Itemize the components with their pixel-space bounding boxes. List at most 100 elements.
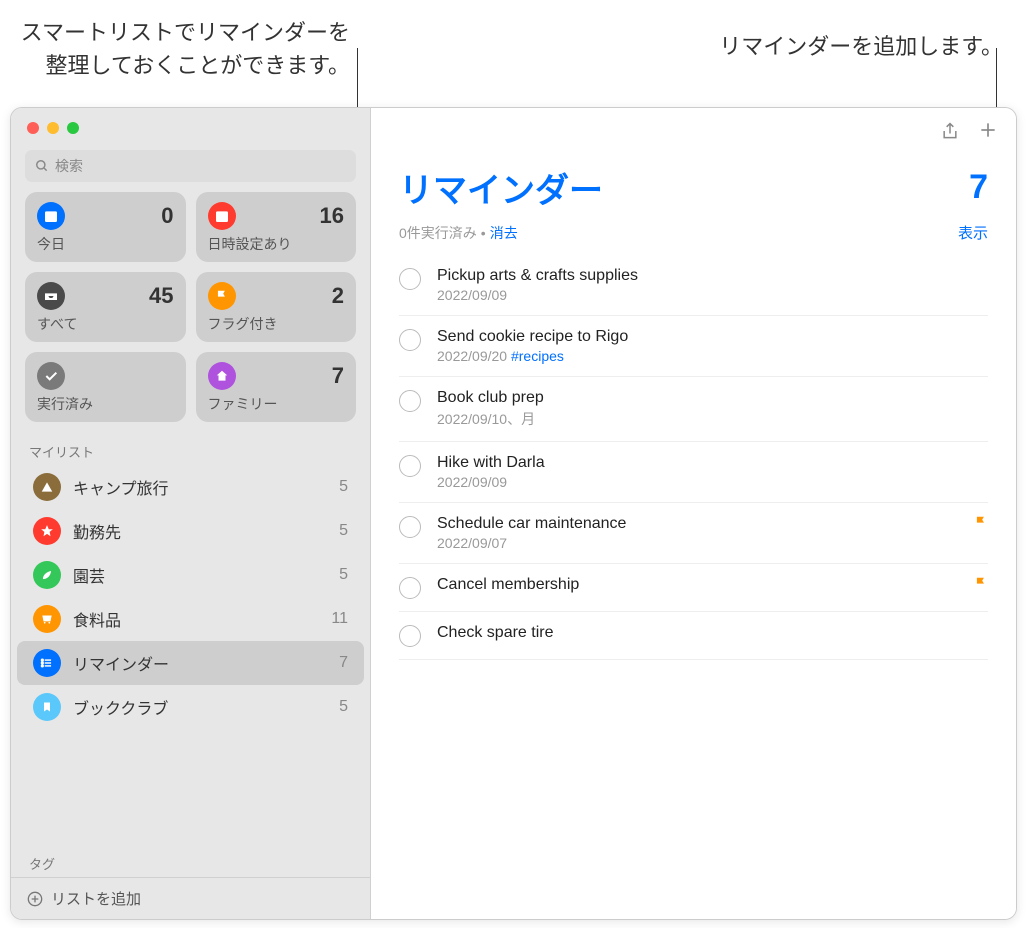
calendar-icon: [37, 202, 65, 230]
complete-checkbox[interactable]: [399, 329, 421, 351]
title-row: リマインダー 7: [371, 153, 1016, 216]
main-pane: リマインダー 7 0件実行済み • 消去 表示 Pickup arts & cr…: [371, 108, 1016, 919]
reminder-item[interactable]: Send cookie recipe to Rigo 2022/09/20 #r…: [399, 316, 988, 377]
minimize-button[interactable]: [47, 122, 59, 134]
sidebar: 検索 0 今日 16 日時設定あり 45 すべて 2 フラグ付き 実行済み 7 …: [11, 108, 371, 919]
mylists-header: マイリスト: [11, 434, 370, 465]
home-icon: [208, 362, 236, 390]
list-item[interactable]: 勤務先 5: [17, 509, 364, 553]
list-count: 7: [969, 168, 988, 207]
reminder-title: Hike with Darla: [437, 454, 988, 472]
cart-icon: [33, 605, 61, 633]
reminder-item[interactable]: Pickup arts & crafts supplies 2022/09/09: [399, 255, 988, 316]
app-window: 検索 0 今日 16 日時設定あり 45 すべて 2 フラグ付き 実行済み 7 …: [10, 107, 1017, 920]
list-name: キャンプ旅行: [73, 475, 339, 499]
list-icon: [33, 649, 61, 677]
reminder-list: Pickup arts & crafts supplies 2022/09/09…: [371, 255, 1016, 660]
share-icon: [940, 120, 960, 142]
list-item[interactable]: リマインダー 7: [17, 641, 364, 685]
reminder-title: Book club prep: [437, 389, 988, 407]
add-reminder-button[interactable]: [978, 120, 998, 147]
reminder-date: 2022/09/09: [437, 287, 988, 303]
smartlist-label: 今日: [37, 234, 174, 254]
list-count: 5: [339, 566, 348, 584]
add-list-label: リストを追加: [51, 888, 141, 909]
reminder-title: Schedule car maintenance: [437, 515, 966, 533]
callout-line: [996, 48, 997, 112]
tray-icon: [37, 282, 65, 310]
plus-icon: [978, 120, 998, 140]
smartlist-count: 0: [161, 203, 173, 229]
search-input[interactable]: 検索: [25, 150, 356, 182]
smartlist-label: 実行済み: [37, 394, 174, 414]
reminder-date: 2022/09/09: [437, 474, 988, 490]
list-name: ブッククラブ: [73, 695, 339, 719]
reminder-item[interactable]: Book club prep 2022/09/10、月: [399, 377, 988, 442]
list-count: 5: [339, 698, 348, 716]
list-name: 勤務先: [73, 519, 339, 543]
fullscreen-button[interactable]: [67, 122, 79, 134]
complete-checkbox[interactable]: [399, 516, 421, 538]
check-icon: [37, 362, 65, 390]
complete-checkbox[interactable]: [399, 577, 421, 599]
list-count: 5: [339, 478, 348, 496]
smartlist-card[interactable]: 16 日時設定あり: [196, 192, 357, 262]
plus-circle-icon: [27, 891, 43, 907]
reminder-item[interactable]: Schedule car maintenance 2022/09/07: [399, 503, 988, 564]
search-icon: [35, 159, 49, 173]
share-button[interactable]: [940, 120, 960, 147]
smartlist-count: 16: [320, 203, 344, 229]
list-name: リマインダー: [73, 651, 339, 675]
flag-icon: [974, 576, 988, 595]
smartlist-count: 2: [332, 283, 344, 309]
completed-count: 0件実行済み: [399, 223, 477, 243]
flag-icon: [974, 515, 988, 534]
reminder-tag[interactable]: #recipes: [511, 348, 564, 364]
smartlist-card[interactable]: 45 すべて: [25, 272, 186, 342]
smartlist-count: 45: [149, 283, 173, 309]
reminder-title: Cancel membership: [437, 576, 966, 594]
tent-icon: [33, 473, 61, 501]
smartlist-label: すべて: [37, 314, 174, 334]
smartlist-card[interactable]: 実行済み: [25, 352, 186, 422]
reminder-item[interactable]: Cancel membership: [399, 564, 988, 612]
reminder-item[interactable]: Check spare tire: [399, 612, 988, 660]
add-list-button[interactable]: リストを追加: [11, 877, 370, 919]
tags-header: タグ: [11, 846, 370, 877]
smartlist-label: フラグ付き: [208, 314, 345, 334]
close-button[interactable]: [27, 122, 39, 134]
reminder-title: Check spare tire: [437, 624, 988, 642]
reminder-title: Send cookie recipe to Rigo: [437, 328, 988, 346]
smartlist-grid: 0 今日 16 日時設定あり 45 すべて 2 フラグ付き 実行済み 7 ファミ…: [11, 192, 370, 434]
list-item[interactable]: 園芸 5: [17, 553, 364, 597]
smartlist-count: 7: [332, 363, 344, 389]
reminder-date: 2022/09/20 #recipes: [437, 348, 988, 364]
list-count: 7: [339, 654, 348, 672]
complete-checkbox[interactable]: [399, 268, 421, 290]
reminder-title: Pickup arts & crafts supplies: [437, 267, 988, 285]
list-count: 5: [339, 522, 348, 540]
list-item[interactable]: ブッククラブ 5: [17, 685, 364, 729]
smartlist-card[interactable]: 0 今日: [25, 192, 186, 262]
show-button[interactable]: 表示: [958, 222, 988, 243]
list-item[interactable]: キャンプ旅行 5: [17, 465, 364, 509]
calendar-icon: [208, 202, 236, 230]
callout-add: リマインダーを追加します。: [643, 30, 1003, 63]
smartlist-card[interactable]: 2 フラグ付き: [196, 272, 357, 342]
complete-checkbox[interactable]: [399, 625, 421, 647]
reminder-item[interactable]: Hike with Darla 2022/09/09: [399, 442, 988, 503]
toolbar: [371, 108, 1016, 153]
list-name: 園芸: [73, 563, 339, 587]
clear-button[interactable]: 消去: [490, 223, 518, 243]
complete-checkbox[interactable]: [399, 455, 421, 477]
list-item[interactable]: 食料品 11: [17, 597, 364, 641]
list-name: 食料品: [73, 607, 331, 631]
smartlist-card[interactable]: 7 ファミリー: [196, 352, 357, 422]
complete-checkbox[interactable]: [399, 390, 421, 412]
list-title: リマインダー: [399, 163, 603, 212]
reminder-date: 2022/09/10、月: [437, 409, 988, 429]
smartlist-label: 日時設定あり: [208, 234, 345, 254]
mylists: キャンプ旅行 5 勤務先 5 園芸 5 食料品 11 リマインダー 7 ブックク…: [11, 465, 370, 846]
status-row: 0件実行済み • 消去 表示: [371, 216, 1016, 255]
callout-smartlist: スマートリストでリマインダーを 整理しておくことができます。: [20, 16, 350, 82]
